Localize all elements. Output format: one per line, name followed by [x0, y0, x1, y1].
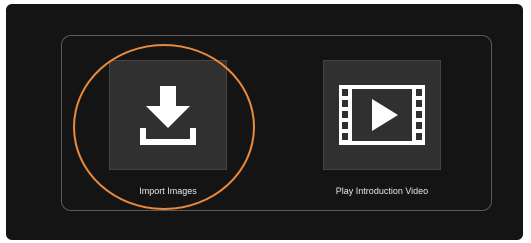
- import-images-button[interactable]: [109, 60, 227, 170]
- play-introduction-video-option[interactable]: Play Introduction Video: [322, 60, 442, 196]
- play-introduction-video-button[interactable]: [323, 60, 441, 170]
- import-images-label: Import Images: [139, 186, 197, 196]
- app-window: Import Images Play Introduction Video: [6, 4, 523, 240]
- import-images-option[interactable]: Import Images: [108, 60, 228, 196]
- start-options-panel: Import Images Play Introduction Video: [61, 35, 492, 211]
- download-icon: [140, 86, 196, 145]
- film-play-icon: [339, 85, 425, 145]
- play-introduction-video-label: Play Introduction Video: [335, 186, 429, 196]
